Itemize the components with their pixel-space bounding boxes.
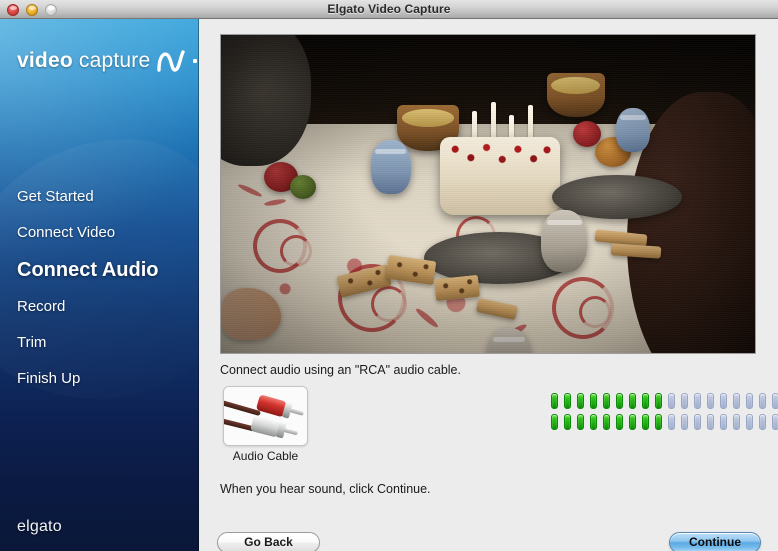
meter-segment xyxy=(681,414,688,430)
meter-segment xyxy=(759,393,766,409)
meter-segment xyxy=(772,393,778,409)
meter-segment xyxy=(720,414,727,430)
meter-segment xyxy=(668,414,675,430)
meter-segment xyxy=(551,393,558,409)
meter-segment xyxy=(616,393,623,409)
logo-text: video capture xyxy=(17,49,150,73)
meter-segment xyxy=(603,414,610,430)
content-panel: Connect audio using an "RCA" audio cable… xyxy=(199,19,778,551)
window-title: Elgato Video Capture xyxy=(327,2,451,16)
meter-segment xyxy=(590,414,597,430)
meter-segment xyxy=(603,393,610,409)
meter-segment xyxy=(590,393,597,409)
meter-segment xyxy=(655,393,662,409)
meter-segment xyxy=(681,393,688,409)
logo-word-video: video xyxy=(17,49,73,72)
sidebar-item-get-started[interactable]: Get Started xyxy=(0,179,199,215)
meter-segment xyxy=(629,414,636,430)
logo-word-capture: capture xyxy=(78,49,151,72)
meter-row-left xyxy=(551,393,778,409)
video-preview xyxy=(220,34,756,354)
meter-segment xyxy=(759,414,766,430)
sidebar: video capture Get Started Connect Video … xyxy=(0,19,199,551)
waveform-icon xyxy=(157,50,186,72)
meter-segment xyxy=(616,414,623,430)
sidebar-item-finish-up[interactable]: Finish Up xyxy=(0,361,199,397)
audio-cable-image xyxy=(223,386,308,446)
sidebar-item-record[interactable]: Record xyxy=(0,289,199,325)
audio-cable-label: Audio Cable xyxy=(232,449,299,463)
meter-segment xyxy=(577,393,584,409)
video-frame xyxy=(221,35,755,353)
meter-segment xyxy=(707,393,714,409)
meter-segment xyxy=(642,393,649,409)
sidebar-nav: Get Started Connect Video Connect Audio … xyxy=(0,179,199,397)
title-bar: Elgato Video Capture xyxy=(0,0,778,19)
meter-segment xyxy=(694,393,701,409)
meter-segment xyxy=(694,414,701,430)
sidebar-item-trim[interactable]: Trim xyxy=(0,325,199,361)
instruction-primary: Connect audio using an "RCA" audio cable… xyxy=(220,363,461,377)
go-back-button[interactable]: Go Back xyxy=(217,532,320,551)
sidebar-item-connect-audio[interactable]: Connect Audio xyxy=(0,251,199,289)
elgato-brand: elgato xyxy=(17,518,62,535)
meter-segment xyxy=(746,393,753,409)
meter-segment xyxy=(577,414,584,430)
meter-segment xyxy=(629,393,636,409)
meter-segment xyxy=(733,393,740,409)
elgato-video-capture-window: Elgato Video Capture video capture Get S… xyxy=(0,0,778,551)
meter-segment xyxy=(551,414,558,430)
meter-segment xyxy=(564,414,571,430)
meter-segment xyxy=(642,414,649,430)
meter-segment xyxy=(655,414,662,430)
audio-level-meter xyxy=(551,393,778,435)
meter-segment xyxy=(733,414,740,430)
continue-button[interactable]: Continue xyxy=(669,532,761,551)
meter-segment xyxy=(564,393,571,409)
app-logo: video capture xyxy=(17,47,199,75)
meter-segment xyxy=(746,414,753,430)
instruction-secondary: When you hear sound, click Continue. xyxy=(220,482,431,496)
meter-segment xyxy=(707,414,714,430)
meter-segment xyxy=(668,393,675,409)
meter-segment xyxy=(772,414,778,430)
meter-segment xyxy=(720,393,727,409)
rca-cable-icon xyxy=(224,387,307,445)
meter-row-right xyxy=(551,414,778,430)
sidebar-item-connect-video[interactable]: Connect Video xyxy=(0,215,199,251)
